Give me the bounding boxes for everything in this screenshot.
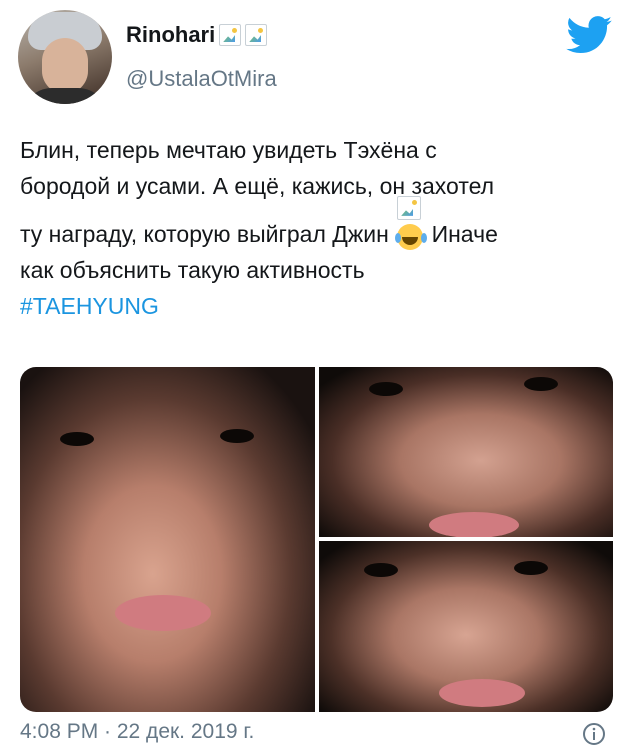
user-handle[interactable]: @UstalaOtMira [126, 66, 277, 92]
tweet-text-line: как объяснить такую активность [20, 257, 365, 283]
broken-image-icon [397, 195, 422, 220]
tweet-text-fragment: ту награду, которую выйграл Джин [20, 221, 389, 247]
user-avatar[interactable] [18, 10, 112, 104]
display-name[interactable]: Rinohari [126, 22, 268, 48]
photo-detail-lips [439, 679, 525, 707]
photo-detail-eye [364, 563, 398, 577]
emoji-container [395, 195, 425, 250]
photo-detail-eye [524, 377, 558, 391]
photo-detail-eye [220, 429, 254, 443]
media-photo[interactable] [20, 367, 315, 712]
photo-detail-eye [369, 382, 403, 396]
tweet-text-line: бородой и усами. А ещё, кажись, он захот… [20, 173, 495, 199]
broken-image-icon [245, 24, 268, 46]
media-photo[interactable] [319, 541, 613, 712]
avatar-shirt [22, 88, 108, 104]
tweet-timestamp[interactable]: 4:08 PM · 22 дек. 2019 г. [20, 720, 254, 744]
tweet-text-line: Блин, теперь мечтаю увидеть Тэхёна с [20, 137, 437, 163]
photo-detail-lips [429, 512, 519, 537]
tears-of-joy-emoji-icon [395, 223, 424, 250]
tweet-text: Блин, теперь мечтаю увидеть Тэхёна с бор… [20, 132, 620, 324]
photo-detail-lips [115, 595, 211, 631]
hashtag-link[interactable]: #TAEHYUNG [20, 288, 620, 324]
photo-detail-eye [60, 432, 94, 446]
photo-detail-eye [514, 561, 548, 575]
avatar-face [42, 38, 88, 94]
media-photo[interactable] [319, 367, 613, 537]
display-name-text: Rinohari [126, 22, 216, 47]
media-grid [20, 367, 613, 712]
twitter-bird-icon[interactable] [566, 16, 612, 54]
tweet-text-fragment: Иначе [431, 221, 498, 247]
broken-image-icon [219, 24, 242, 46]
tweet-text-line-with-emoji: ту награду, которую выйграл Джин Иначе [20, 195, 620, 252]
info-icon[interactable] [582, 722, 606, 746]
